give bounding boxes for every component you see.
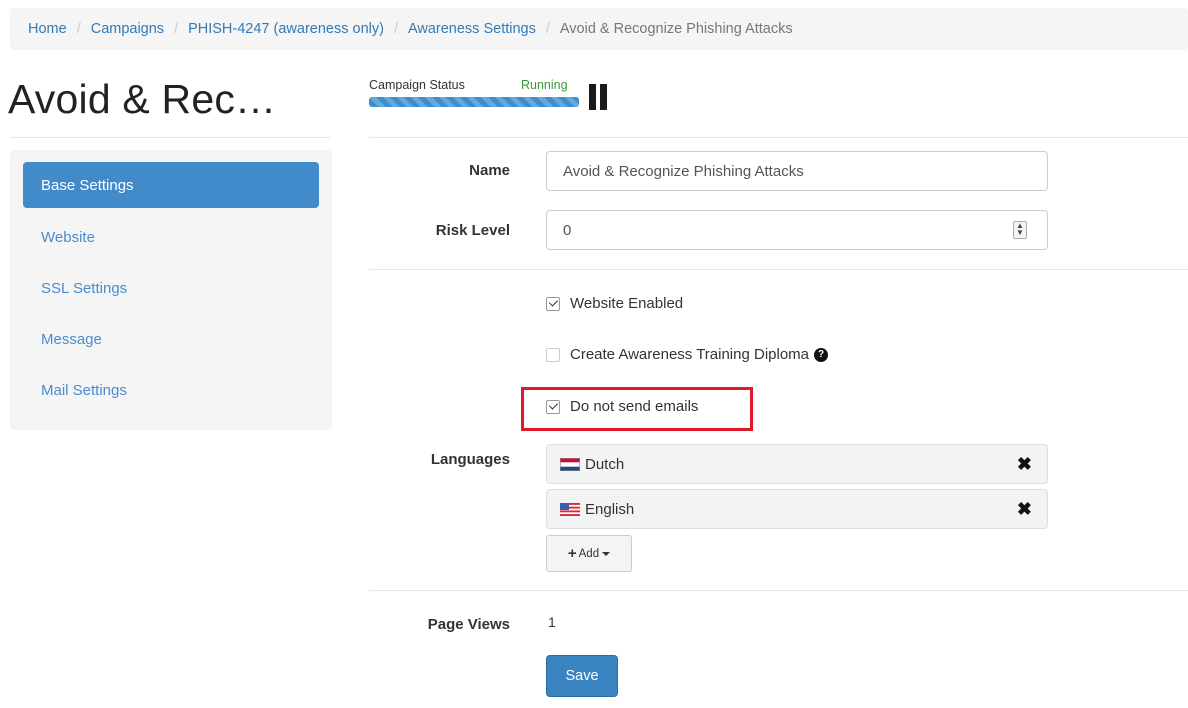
languages-label: Languages <box>430 451 510 468</box>
sidebar-item-base-settings[interactable]: Base Settings <box>23 162 319 208</box>
breadcrumb-home[interactable]: Home <box>28 21 67 37</box>
remove-language-icon[interactable]: ✖ <box>1017 499 1032 519</box>
add-language-label: Add <box>578 547 600 560</box>
caret-down-icon <box>602 551 611 556</box>
campaign-progress-fill <box>369 97 579 107</box>
breadcrumb-separator: / <box>545 21 550 37</box>
language-item-dutch: Dutch ✖ <box>546 444 1048 484</box>
form-divider-bottom <box>369 590 1188 591</box>
diploma-checkbox[interactable] <box>546 347 560 362</box>
settings-sidebar: Base Settings Website SSL Settings Messa… <box>10 150 332 430</box>
website-enabled-row: Website Enabled <box>546 295 683 312</box>
save-button[interactable]: Save <box>546 655 618 697</box>
name-label: Name <box>469 162 510 179</box>
help-icon[interactable]: ? <box>814 347 829 362</box>
diploma-label: Create Awareness Training Diploma <box>570 346 810 363</box>
website-enabled-label: Website Enabled <box>570 295 684 312</box>
pause-icon[interactable] <box>589 84 613 110</box>
campaign-progress-bar <box>369 97 579 107</box>
breadcrumb-separator: / <box>393 21 398 37</box>
risk-level-stepper[interactable]: ▲ ▼ <box>1013 221 1027 239</box>
sidebar-item-website[interactable]: Website <box>23 214 319 260</box>
page-views-label: Page Views <box>427 616 510 633</box>
plus-icon: + <box>567 545 577 562</box>
sidebar-item-mail-settings[interactable]: Mail Settings <box>23 367 319 413</box>
stepper-down-icon[interactable]: ▼ <box>1014 229 1026 237</box>
remove-language-icon[interactable]: ✖ <box>1017 454 1032 474</box>
sidebar-item-ssl-settings[interactable]: SSL Settings <box>23 265 319 311</box>
breadcrumb-current: Avoid & Recognize Phishing Attacks <box>559 21 793 37</box>
language-item-english: English ✖ <box>546 489 1048 529</box>
page-title: Avoid & Rec… <box>8 76 277 122</box>
campaign-status-label: Campaign Status <box>369 78 465 92</box>
breadcrumb-campaigns[interactable]: Campaigns <box>91 21 164 37</box>
language-name: Dutch <box>585 455 625 473</box>
diploma-row: Create Awareness Training Diploma ? <box>546 346 829 363</box>
nl-flag-icon <box>560 457 580 471</box>
breadcrumb: Home / Campaigns / PHISH-4247 (awareness… <box>10 8 1188 50</box>
header-divider <box>369 137 1188 138</box>
sidebar-item-message[interactable]: Message <box>23 316 319 362</box>
page-views-value: 1 <box>548 614 556 630</box>
risk-level-input[interactable] <box>546 210 1048 250</box>
breadcrumb-separator: / <box>76 21 81 37</box>
breadcrumb-campaign[interactable]: PHISH-4247 (awareness only) <box>188 21 384 37</box>
risk-level-label: Risk Level <box>435 222 510 239</box>
language-name: English <box>585 500 635 518</box>
title-divider <box>10 137 330 138</box>
breadcrumb-awareness-settings[interactable]: Awareness Settings <box>408 21 536 37</box>
add-language-button[interactable]: + Add <box>546 535 632 572</box>
campaign-status-value: Running <box>521 78 568 92</box>
form-divider <box>369 269 1188 270</box>
breadcrumb-separator: / <box>174 21 179 37</box>
us-flag-icon <box>560 502 580 516</box>
name-input[interactable] <box>546 151 1048 191</box>
website-enabled-checkbox[interactable] <box>546 296 560 311</box>
highlight-annotation-box <box>521 387 753 431</box>
